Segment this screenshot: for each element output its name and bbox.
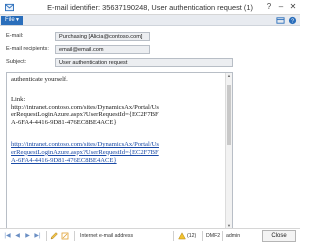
ribbon: File ▼ ? <box>0 15 300 26</box>
svg-text:?: ? <box>291 19 294 25</box>
help-button[interactable]: ? <box>264 2 274 12</box>
message-body[interactable]: authenticate yourself. Link: http://intr… <box>6 72 233 230</box>
ribbon-options-icon[interactable] <box>276 16 285 25</box>
request-link[interactable]: http://intranet.contoso.com/sites/Dynami… <box>11 141 159 164</box>
previous-record-icon[interactable]: ◀ <box>14 232 21 240</box>
edit-icon[interactable] <box>50 232 58 240</box>
message-content: authenticate yourself. Link: http://intr… <box>11 76 225 171</box>
help-icon[interactable]: ? <box>288 16 297 25</box>
minimize-button[interactable]: – <box>276 2 286 12</box>
first-record-icon[interactable]: |◀ <box>4 232 11 240</box>
company-indicator[interactable]: DMF2 <box>206 233 220 239</box>
close-window-button[interactable]: ✕ <box>288 2 298 12</box>
status-divider <box>46 231 47 241</box>
recipients-field[interactable]: email@email.com <box>55 45 150 54</box>
status-divider <box>74 231 75 241</box>
notification-count[interactable]: (12) <box>187 233 196 239</box>
plain-url: http://intranet.contoso.com/sites/Dynami… <box>11 103 159 127</box>
last-record-icon[interactable]: ▶| <box>34 232 41 240</box>
subject-label: Subject: <box>6 59 27 65</box>
email-form: E-mail: Purchasing [Alicia@contoso.com] … <box>0 26 300 230</box>
window-title: E-mail identifier: 35637190248, User aut… <box>47 3 253 12</box>
status-divider <box>202 231 203 241</box>
vertical-scrollbar[interactable]: ▲ ▼ <box>225 73 232 229</box>
scroll-up-icon[interactable]: ▲ <box>226 73 232 79</box>
link-heading: Link: <box>11 95 26 103</box>
recipients-label: E-mail recipients: <box>6 46 49 52</box>
subject-field[interactable]: User authentication request <box>55 58 233 67</box>
user-indicator[interactable]: admin <box>226 233 240 239</box>
close-button[interactable]: Close <box>262 230 296 242</box>
field-help-text: Internet e-mail address <box>80 233 134 239</box>
status-bar: |◀ ◀ ▶ ▶| Internet e-mail address (12) D… <box>0 228 300 242</box>
status-divider <box>222 231 223 241</box>
scroll-thumb[interactable] <box>227 85 231 145</box>
notification-icon[interactable] <box>178 232 186 240</box>
auth-text: authenticate yourself. <box>11 76 68 83</box>
file-tab[interactable]: File ▼ <box>1 16 23 25</box>
next-record-icon[interactable]: ▶ <box>24 232 31 240</box>
chevron-down-icon: ▼ <box>15 17 20 23</box>
email-label: E-mail: <box>6 33 24 39</box>
status-divider <box>173 231 174 241</box>
file-tab-label: File <box>5 17 15 23</box>
attachment-icon[interactable] <box>61 232 69 240</box>
email-field[interactable]: Purchasing [Alicia@contoso.com] <box>55 32 150 41</box>
title-bar: E-mail identifier: 35637190248, User aut… <box>0 0 300 15</box>
